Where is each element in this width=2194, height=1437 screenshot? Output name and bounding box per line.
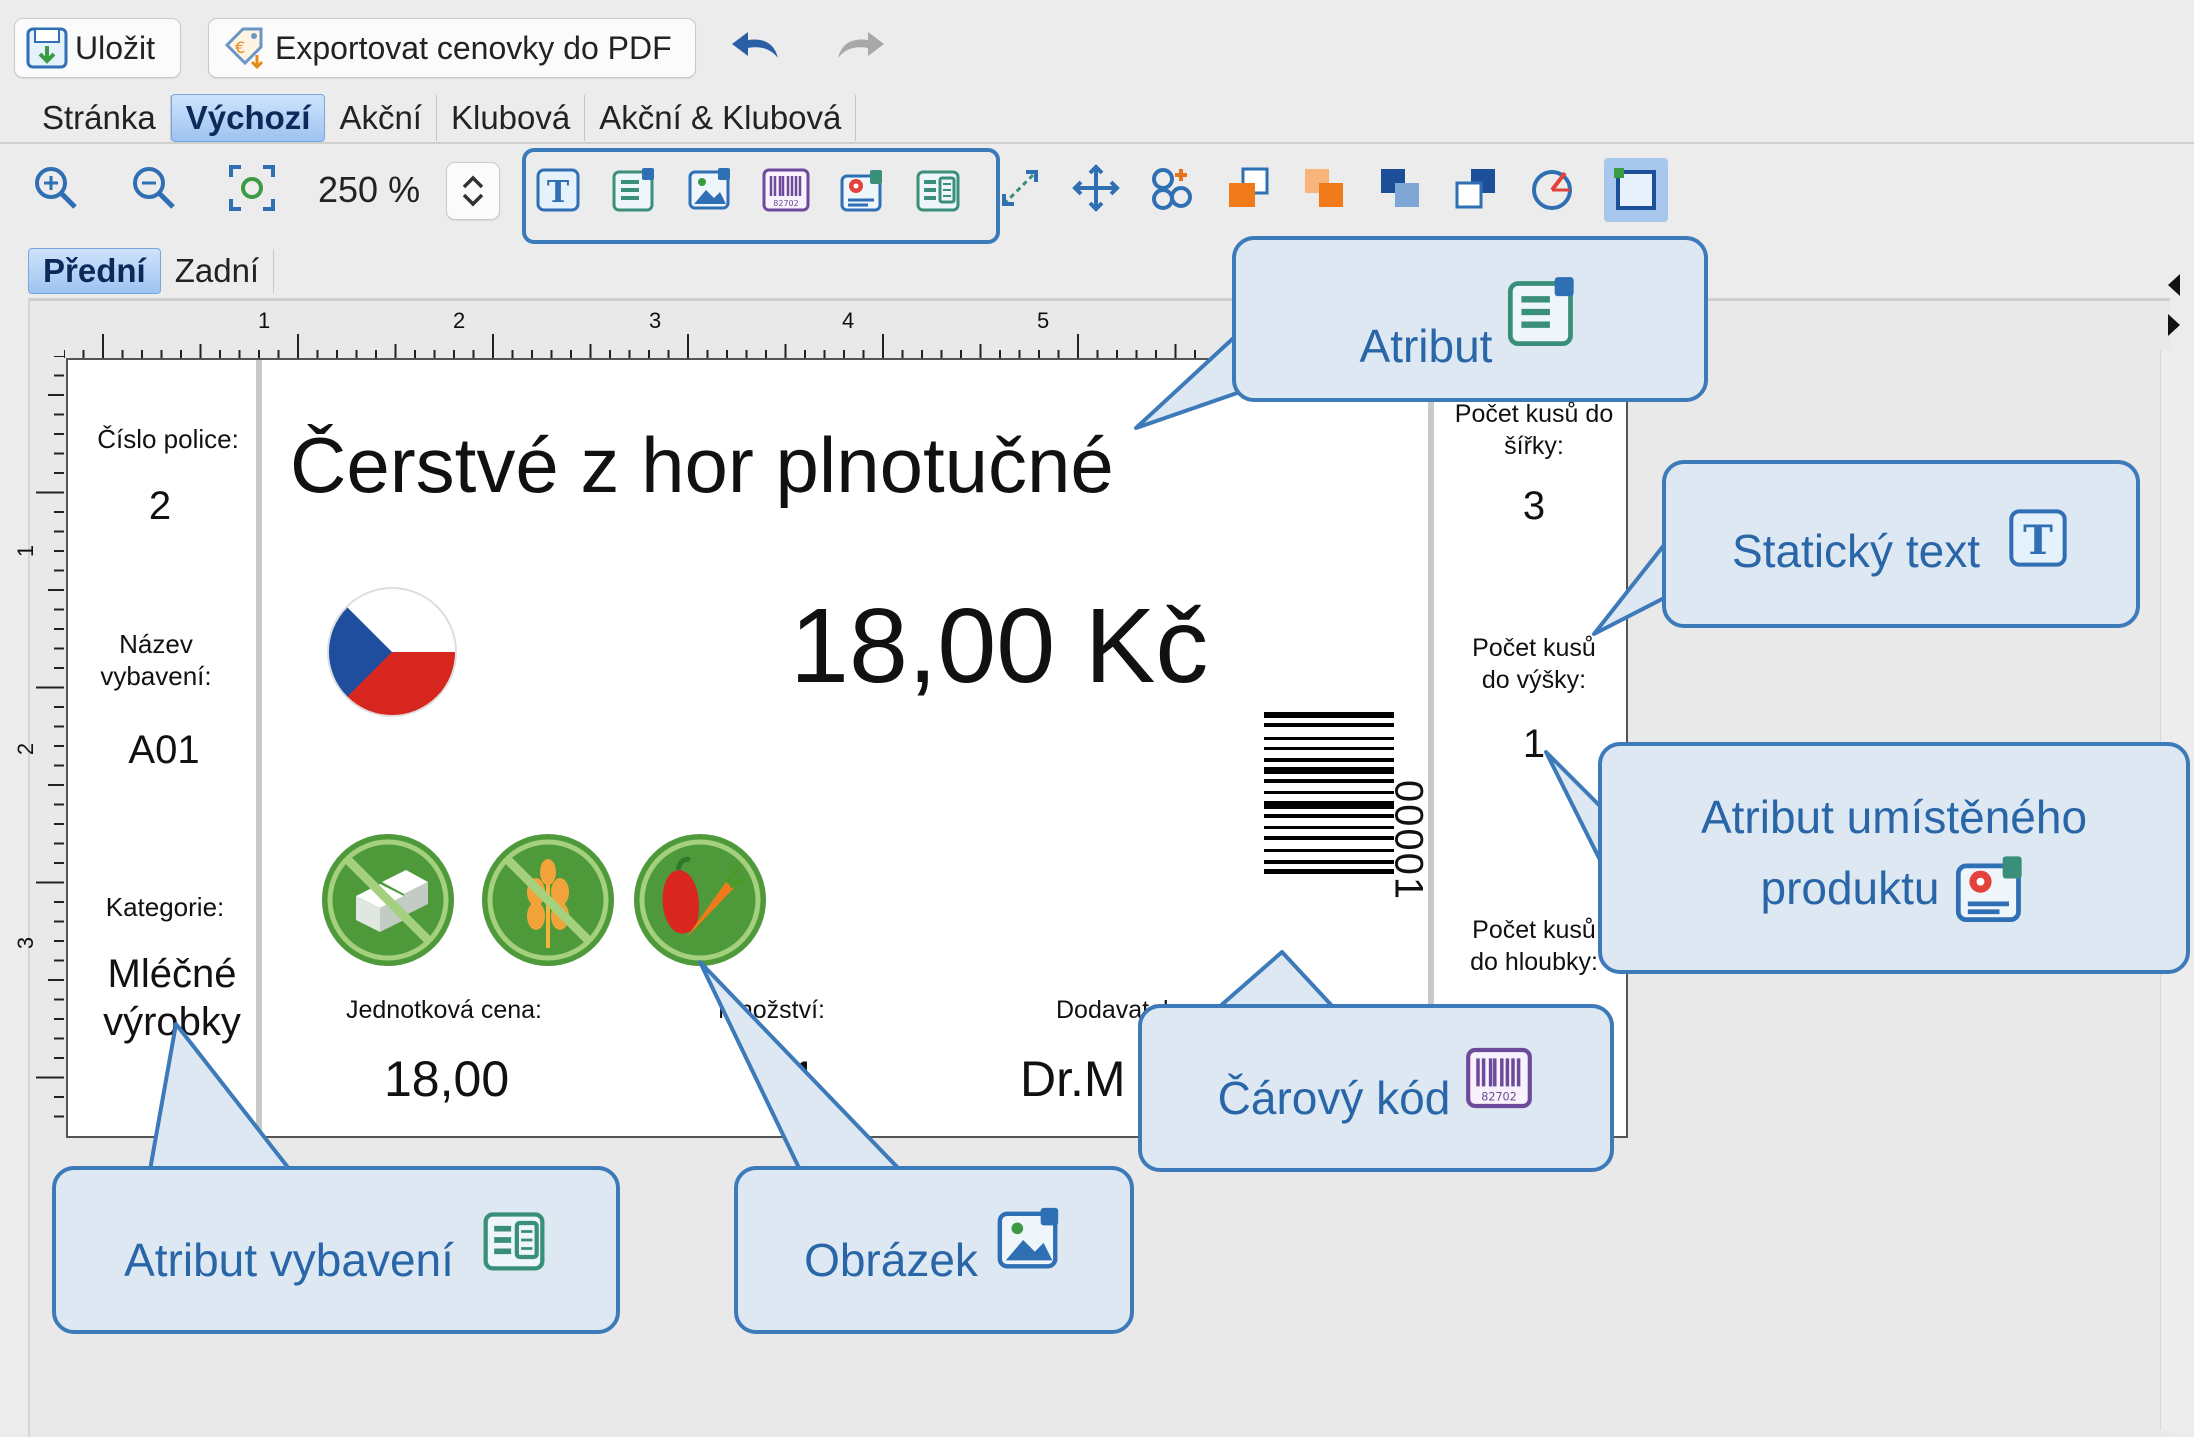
callout-attribute-text: Atribut — [1359, 320, 1493, 372]
callout-attribute: Atribut — [1232, 236, 1708, 402]
callout-barcode-text: Čárový kód — [1217, 1072, 1451, 1124]
callout-placed-product-line1: Atribut umístěného — [1700, 791, 2088, 843]
svg-text:T: T — [2023, 517, 2053, 564]
callout-barcode: Čárový kód 82702 — [1138, 1004, 1614, 1172]
svg-text:82702: 82702 — [1482, 1090, 1518, 1103]
callout-image: Obrázek — [734, 1166, 1134, 1334]
static-text-icon: T — [2009, 509, 2067, 567]
equipment-attribute-icon — [483, 1212, 545, 1271]
callout-static-text-text: Statický text — [1732, 525, 1980, 577]
callout-equipment-attribute: Atribut vybavení — [52, 1166, 620, 1334]
callout-equipment-attribute-text: Atribut vybavení — [124, 1234, 454, 1286]
callout-placed-product: Atribut umístěného produktu — [1598, 742, 2190, 974]
image-icon — [997, 1207, 1059, 1269]
attribute-icon — [1508, 277, 1575, 347]
callout-image-text: Obrázek — [804, 1234, 978, 1286]
barcode-icon: 82702 — [1466, 1047, 1533, 1109]
callout-placed-product-line2: produktu — [1760, 862, 1940, 914]
placed-product-icon — [1955, 856, 2022, 923]
callout-static-text: Statický text T — [1662, 460, 2140, 628]
